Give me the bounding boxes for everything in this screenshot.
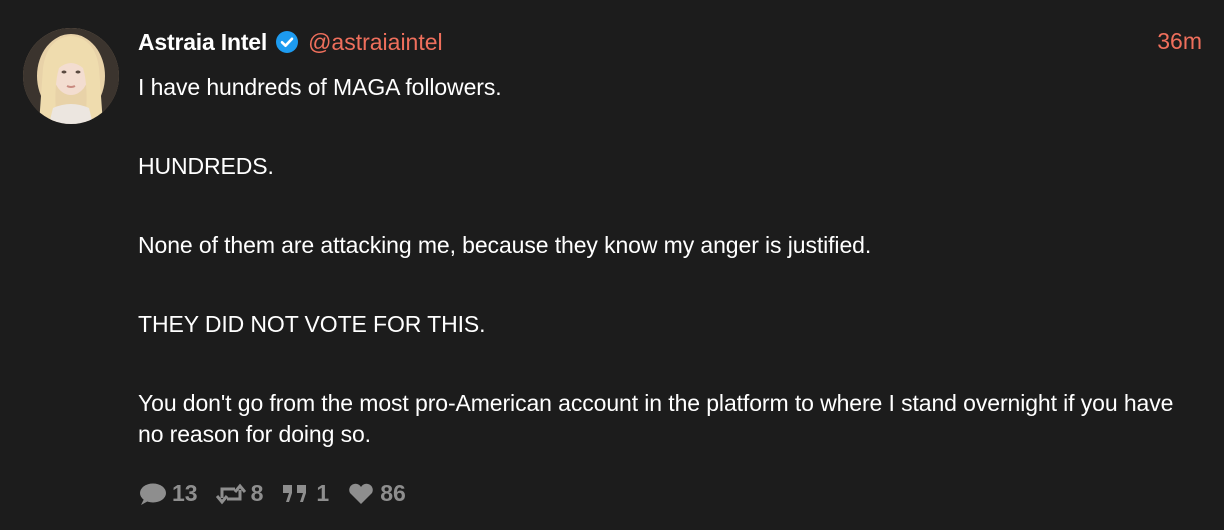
avatar[interactable]: [23, 28, 119, 124]
avatar-image: [23, 28, 119, 124]
verified-check-icon: [275, 30, 299, 54]
repost-button[interactable]: 8: [215, 480, 264, 507]
post-actions: 13 8 1 86: [137, 480, 424, 507]
quote-marks-icon: [283, 484, 307, 502]
user-handle[interactable]: @astraiaintel: [308, 29, 443, 56]
repost-count: 8: [250, 480, 264, 506]
post-card: Astraia Intel @astraiaintel 36m I have h…: [0, 0, 1224, 530]
post-paragraph: None of them are attacking me, because t…: [138, 232, 872, 258]
post-paragraph: You don't go from the most pro-American …: [138, 390, 1174, 447]
quote-count: 1: [316, 480, 330, 506]
post-body: I have hundreds of MAGA followers. HUNDR…: [138, 72, 1178, 450]
repost-arrows-icon: [215, 483, 246, 504]
quote-button[interactable]: 1: [281, 480, 329, 507]
speech-bubble-icon: [140, 483, 166, 505]
post-paragraph: THEY DID NOT VOTE FOR THIS.: [138, 311, 486, 337]
reply-button[interactable]: 13: [137, 480, 198, 507]
reply-count: 13: [172, 480, 198, 506]
post-header: Astraia Intel @astraiaintel: [138, 27, 443, 57]
display-name[interactable]: Astraia Intel: [138, 29, 267, 56]
like-count: 86: [380, 480, 406, 506]
like-button[interactable]: 86: [347, 480, 406, 507]
post-paragraph: HUNDREDS.: [138, 153, 274, 179]
post-timestamp[interactable]: 36m: [1157, 28, 1202, 55]
post-paragraph: I have hundreds of MAGA followers.: [138, 74, 502, 100]
heart-icon: [349, 483, 373, 504]
